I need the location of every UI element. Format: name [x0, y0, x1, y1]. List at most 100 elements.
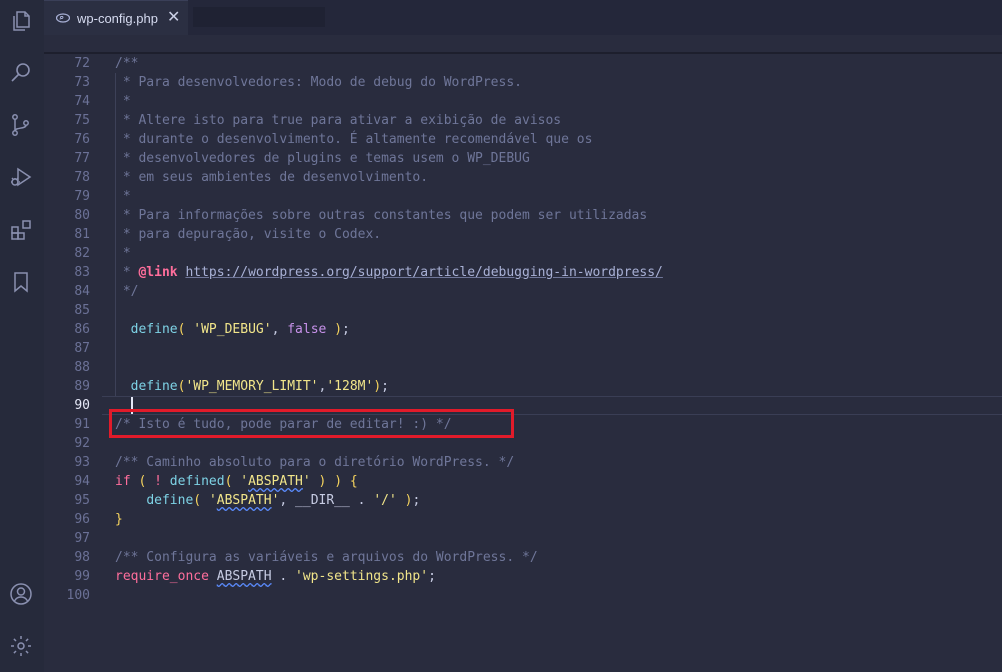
close-icon[interactable]: ✕	[167, 10, 180, 26]
code-line: */	[115, 284, 139, 299]
line-number: 85	[74, 303, 90, 318]
code-line: /** Caminho absoluto para o diretório Wo…	[115, 455, 515, 470]
semicolon: ;	[381, 379, 389, 394]
code-line: * desenvolvedores de plugins e temas use…	[115, 151, 530, 166]
line-number: 77	[74, 151, 90, 166]
code-line: }	[115, 512, 123, 527]
string: '	[302, 474, 311, 489]
code-editor[interactable]: 72 73 74 75 76 77 78 79 80 81 82 83 84 8…	[44, 54, 1002, 672]
semicolon: ;	[342, 322, 350, 337]
operator: !	[154, 474, 162, 489]
code-line: * para depuração, visite o Codex.	[115, 227, 382, 242]
string: '128M'	[326, 379, 374, 394]
doc-link[interactable]: https://wordpress.org/support/article/de…	[185, 265, 662, 280]
line-number: 97	[74, 531, 90, 546]
tab-label: wp-config.php	[77, 10, 158, 26]
semicolon: ;	[412, 493, 421, 508]
settings-gear-icon[interactable]	[7, 632, 35, 660]
code-line: define('WP_MEMORY_LIMIT','128M');	[115, 377, 389, 396]
function-name: defined	[169, 474, 225, 489]
line-number: 73	[74, 75, 90, 90]
line-number: 84	[74, 284, 90, 299]
breadcrumb-strip	[44, 35, 1002, 54]
line-number: 93	[74, 455, 90, 470]
line-number: 91	[74, 417, 90, 432]
bookmark-icon[interactable]	[7, 268, 35, 296]
tab-bar: wp-config.php ✕	[44, 0, 1002, 35]
line-number: 96	[74, 512, 90, 527]
search-icon[interactable]	[7, 59, 35, 87]
line-number: 99	[74, 569, 90, 584]
line-number: 81	[74, 227, 90, 242]
code-line: define( 'ABSPATH', __DIR__ . '/' );	[115, 491, 420, 510]
line-number: 100	[66, 588, 90, 603]
line-number: 98	[74, 550, 90, 565]
code-line: /** Configura as variáveis e arquivos do…	[115, 550, 538, 565]
semicolon: ;	[428, 569, 436, 584]
code-line: /**	[115, 56, 139, 71]
line-number: 72	[74, 56, 90, 71]
tab-wp-config[interactable]: wp-config.php ✕	[44, 0, 188, 35]
string: 'WP_MEMORY_LIMIT'	[185, 379, 319, 394]
line-number: 79	[74, 189, 90, 204]
string: '	[208, 493, 217, 508]
string-squiggle: ABSPATH	[248, 474, 303, 489]
function-name: define	[130, 322, 178, 337]
line-number: 80	[74, 208, 90, 223]
string-squiggle: ABSPATH	[216, 493, 272, 508]
line-number: 89	[74, 379, 90, 394]
code-line: define( 'WP_DEBUG', false );	[115, 320, 350, 339]
keyword: require_once	[115, 569, 209, 584]
code-line: *	[115, 189, 131, 204]
extensions-icon[interactable]	[7, 216, 35, 244]
activity-bar	[0, 0, 44, 672]
operator: .	[349, 493, 374, 508]
line-number-active: 90	[74, 398, 90, 413]
annotation-highlight-box	[109, 409, 514, 438]
operator: .	[271, 569, 296, 584]
line-number: 95	[74, 493, 90, 508]
string: 'WP_DEBUG'	[193, 322, 272, 337]
brace: {	[349, 474, 358, 489]
php-file-icon	[56, 11, 70, 25]
code-line: * Para desenvolvedores: Modo de debug do…	[115, 75, 522, 90]
code-line: * Altere isto para true para ativar a ex…	[115, 113, 562, 128]
run-debug-icon[interactable]	[7, 163, 35, 191]
code-line: require_once ABSPATH . 'wp-settings.php'…	[115, 567, 436, 586]
paren: )	[334, 474, 343, 489]
account-icon[interactable]	[7, 580, 35, 608]
code-line: * @link https://wordpress.org/support/ar…	[115, 263, 663, 282]
string: '	[240, 474, 249, 489]
boolean: false	[287, 322, 327, 337]
code-line: * em seus ambientes de desenvolvimento.	[115, 170, 429, 185]
line-number: 87	[74, 341, 90, 356]
code-line: *	[115, 94, 131, 109]
constant-squiggle: ABSPATH	[216, 569, 272, 584]
string: '/'	[373, 493, 397, 508]
line-number: 86	[74, 322, 90, 337]
comma: ,	[279, 493, 296, 508]
source-control-icon[interactable]	[7, 111, 35, 139]
code-line: * durante o desenvolvimento. É altamente…	[115, 132, 593, 147]
line-number: 92	[74, 436, 90, 451]
explorer-icon[interactable]	[7, 7, 35, 35]
code-line: *	[115, 246, 131, 261]
line-number: 75	[74, 113, 90, 128]
line-number-gutter: 72 73 74 75 76 77 78 79 80 81 82 83 84 8…	[44, 54, 100, 672]
function-name: define	[130, 379, 178, 394]
function-name: define	[146, 493, 194, 508]
code-line: * Para informações sobre outras constant…	[115, 208, 648, 223]
line-number: 82	[74, 246, 90, 261]
